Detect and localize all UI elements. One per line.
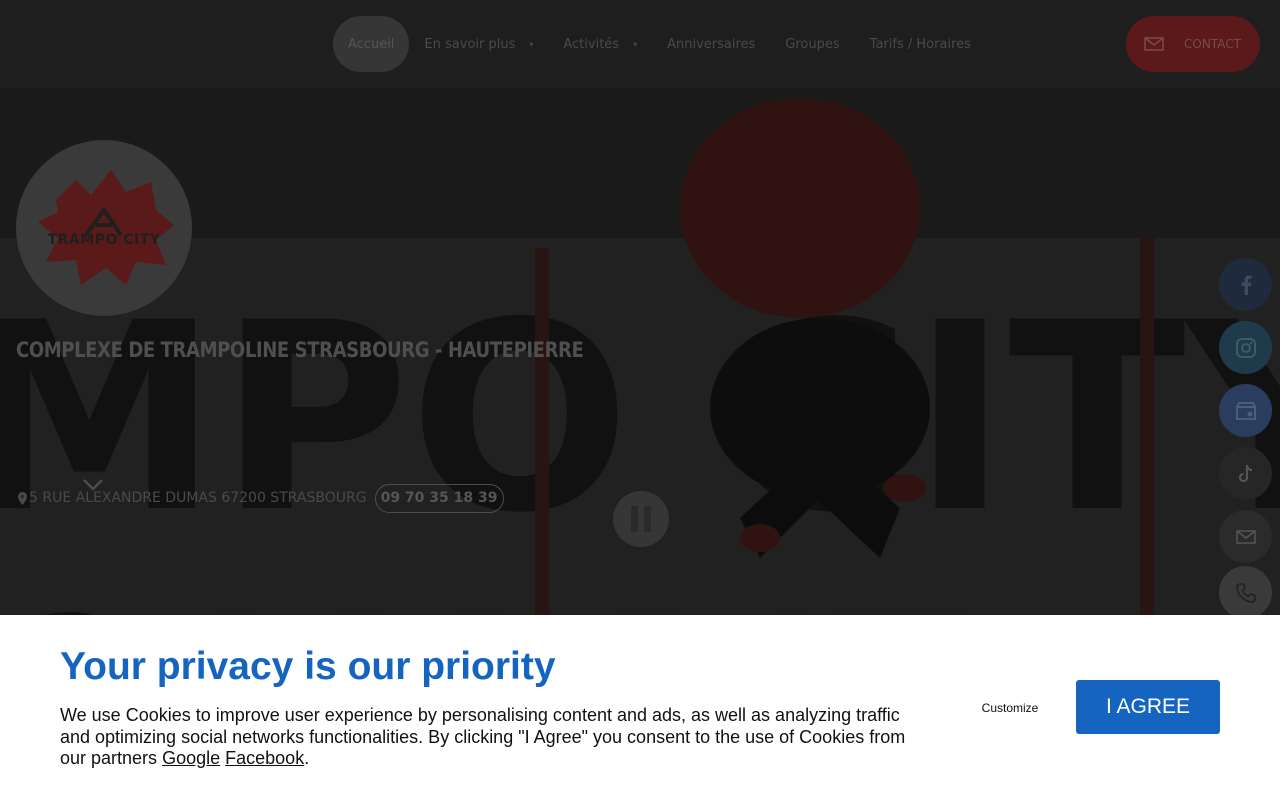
- phone-button[interactable]: [1219, 566, 1272, 619]
- instagram-button[interactable]: [1219, 321, 1272, 374]
- address-line: 5 RUE ALEXANDRE DUMAS 67200 STRASBOURG 0…: [18, 483, 504, 513]
- tiktok-icon: [1238, 464, 1252, 482]
- instagram-icon: [1235, 337, 1256, 358]
- nav-item-en-savoir-plus[interactable]: En savoir plus ▾: [409, 16, 548, 72]
- google-business-button[interactable]: [1219, 384, 1272, 437]
- pause-icon: [631, 506, 638, 532]
- brand-logo[interactable]: TRAMPO CITY: [16, 140, 192, 316]
- page-headline: COMPLEXE DE TRAMPOLINE STRASBOURG - HAUT…: [16, 338, 584, 362]
- nav-item-label: Anniversaires: [667, 36, 756, 52]
- cookie-banner-text: We use Cookies to improve user experienc…: [60, 705, 930, 770]
- email-icon: [1235, 529, 1256, 544]
- nav-item-label: Activités: [563, 36, 620, 52]
- nav-item-label: Accueil: [348, 36, 395, 52]
- nav-item-tarifs-horaires[interactable]: Tarifs / Horaires: [855, 16, 986, 72]
- logo-text: TRAMPO CITY: [47, 232, 161, 248]
- facebook-button[interactable]: [1219, 258, 1272, 311]
- caret-down-icon: ▾: [529, 39, 534, 49]
- customize-button[interactable]: Customize: [970, 698, 1050, 718]
- nav-item-label: En savoir plus: [424, 36, 516, 52]
- address-text: 5 RUE ALEXANDRE DUMAS 67200 STRASBOURG: [29, 490, 367, 506]
- tiktok-button[interactable]: [1219, 447, 1272, 500]
- email-button[interactable]: [1219, 510, 1272, 563]
- cookie-banner-title: Your privacy is our priority: [60, 645, 556, 688]
- phone-number-link[interactable]: 09 70 35 18 39: [374, 483, 504, 513]
- nav-item-accueil[interactable]: Accueil: [333, 16, 410, 72]
- pause-icon-bar: [644, 506, 651, 532]
- cookie-text-end: .: [304, 748, 310, 768]
- contact-button-label: CONTACT: [1184, 37, 1241, 51]
- agree-button[interactable]: I AGREE: [1076, 680, 1220, 734]
- contact-button[interactable]: CONTACT: [1126, 16, 1260, 72]
- nav-item-label: Tarifs / Horaires: [869, 36, 971, 52]
- nav-item-groupes[interactable]: Groupes: [770, 16, 854, 72]
- facebook-icon: [1241, 275, 1252, 295]
- cookie-consent-banner: Your privacy is our priority We use Cook…: [0, 615, 1280, 800]
- facebook-partner-link[interactable]: Facebook: [225, 748, 304, 768]
- envelope-icon: [1144, 37, 1164, 51]
- logo-splash-graphic: [38, 170, 174, 285]
- phone-icon: [1235, 582, 1256, 603]
- nav-item-activites[interactable]: Activités ▾: [548, 16, 652, 72]
- nav-item-anniversaires[interactable]: Anniversaires: [652, 16, 770, 72]
- main-menu: Accueil En savoir plus ▾ Activités ▾ Anniv…: [333, 16, 986, 72]
- nav-item-label: Groupes: [785, 36, 840, 52]
- map-pin-icon: [18, 491, 27, 505]
- pause-button[interactable]: [613, 491, 669, 547]
- google-business-icon: [1235, 401, 1256, 420]
- top-navigation-bar: Accueil En savoir plus ▾ Activités ▾ Anniv…: [0, 0, 1280, 88]
- caret-down-icon: ▾: [633, 39, 638, 49]
- google-partner-link[interactable]: Google: [162, 748, 220, 768]
